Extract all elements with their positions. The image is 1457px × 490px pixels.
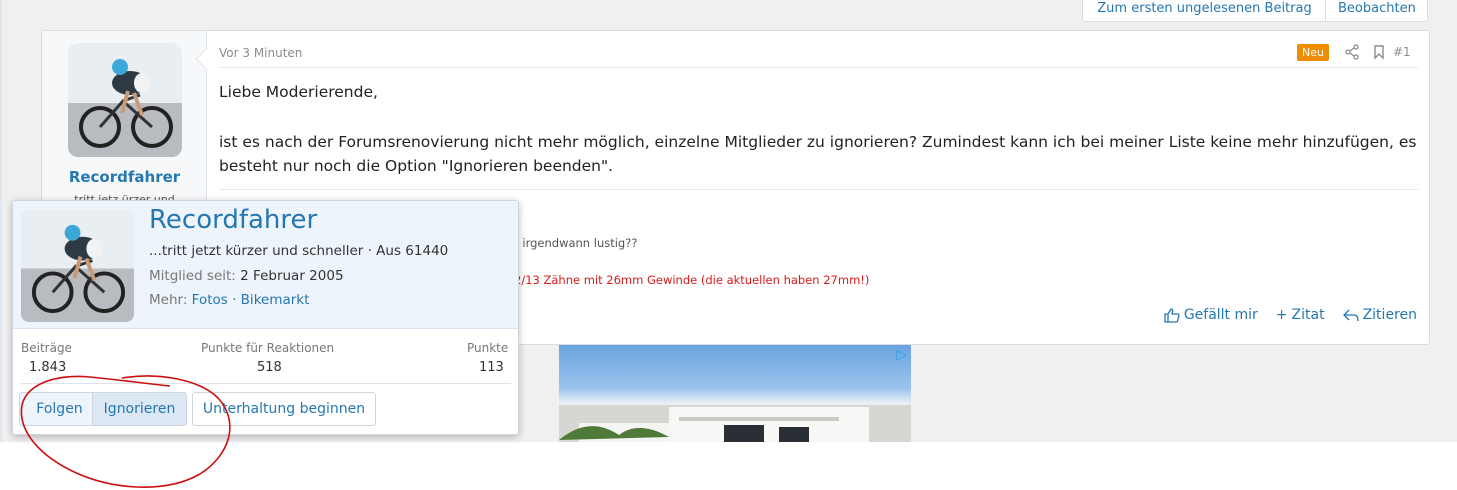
- post-time[interactable]: Vor 3 Minuten: [219, 46, 302, 60]
- thumbs-up-icon: [1164, 307, 1180, 323]
- card-user-title: ...tritt jetzt kürzer und schneller · Au…: [149, 243, 449, 259]
- reply-button[interactable]: Zitieren: [1342, 307, 1417, 323]
- card-divider: [21, 383, 511, 384]
- card-username[interactable]: Recordfahrer: [149, 205, 317, 235]
- ad-play-icon[interactable]: ▷: [896, 347, 907, 363]
- more-links[interactable]: Fotos · Bikemarkt: [192, 292, 310, 308]
- card-more: Mehr: Fotos · Bikemarkt: [149, 292, 309, 308]
- signature-line-2: 2/13 Zähne mit 26mm Gewinde (die aktuell…: [514, 273, 870, 287]
- add-quote-label: Zitat: [1291, 307, 1325, 323]
- card-header: Recordfahrer ...tritt jetzt kürzer und s…: [13, 201, 518, 329]
- stat-points-label: Punkte: [467, 341, 509, 355]
- stat-reactions-value: 518: [257, 360, 282, 375]
- member-since-value: 2 Februar 2005: [240, 268, 344, 284]
- start-conversation-button[interactable]: Unterhaltung beginnen: [192, 392, 376, 426]
- left-accent: [0, 0, 2, 442]
- bookmark-icon[interactable]: [1373, 44, 1385, 60]
- card-member-since: Mitglied seit: 2 Februar 2005: [149, 268, 344, 284]
- meta-divider: [219, 67, 1418, 68]
- post-number[interactable]: #1: [1393, 45, 1411, 59]
- member-tooltip-card: Recordfahrer ...tritt jetzt kürzer und s…: [12, 200, 519, 435]
- stat-points-value: 113: [479, 360, 504, 375]
- post-greeting: Liebe Moderierende,: [219, 83, 378, 101]
- stat-reactions-label: Punkte für Reaktionen: [201, 341, 335, 355]
- plus-icon: +: [1275, 307, 1288, 323]
- share-icon[interactable]: [1345, 44, 1359, 60]
- ignore-button[interactable]: Ignorieren: [92, 392, 187, 426]
- post-body: ist es nach der Forumsrenovierung nicht …: [219, 133, 1417, 175]
- post-author-name[interactable]: Recordfahrer: [42, 168, 207, 186]
- reply-label: Zitieren: [1362, 307, 1417, 323]
- first-unread-button[interactable]: Zum ersten ungelesenen Beitrag: [1082, 0, 1326, 22]
- reply-icon: [1342, 309, 1359, 321]
- avatar[interactable]: [68, 43, 182, 157]
- like-label: Gefällt mir: [1183, 307, 1258, 323]
- post-actions: Gefällt mir + Zitat Zitieren: [1164, 307, 1417, 323]
- add-quote-button[interactable]: + Zitat: [1276, 307, 1325, 323]
- stat-posts-label: Beiträge: [21, 341, 72, 355]
- watch-button[interactable]: Beobachten: [1325, 0, 1428, 22]
- member-since-label: Mitglied seit:: [149, 268, 236, 284]
- signature-line-1: r irgendwann lustig??: [514, 236, 638, 250]
- follow-button[interactable]: Folgen: [19, 392, 99, 426]
- new-badge: Neu: [1297, 44, 1329, 61]
- more-label: Mehr:: [149, 292, 188, 308]
- like-button[interactable]: Gefällt mir: [1164, 307, 1258, 323]
- stat-posts-value: 1.843: [29, 360, 67, 375]
- signature-divider: [219, 189, 1418, 190]
- advertisement-image[interactable]: ▷: [559, 345, 911, 442]
- card-avatar[interactable]: [21, 209, 134, 322]
